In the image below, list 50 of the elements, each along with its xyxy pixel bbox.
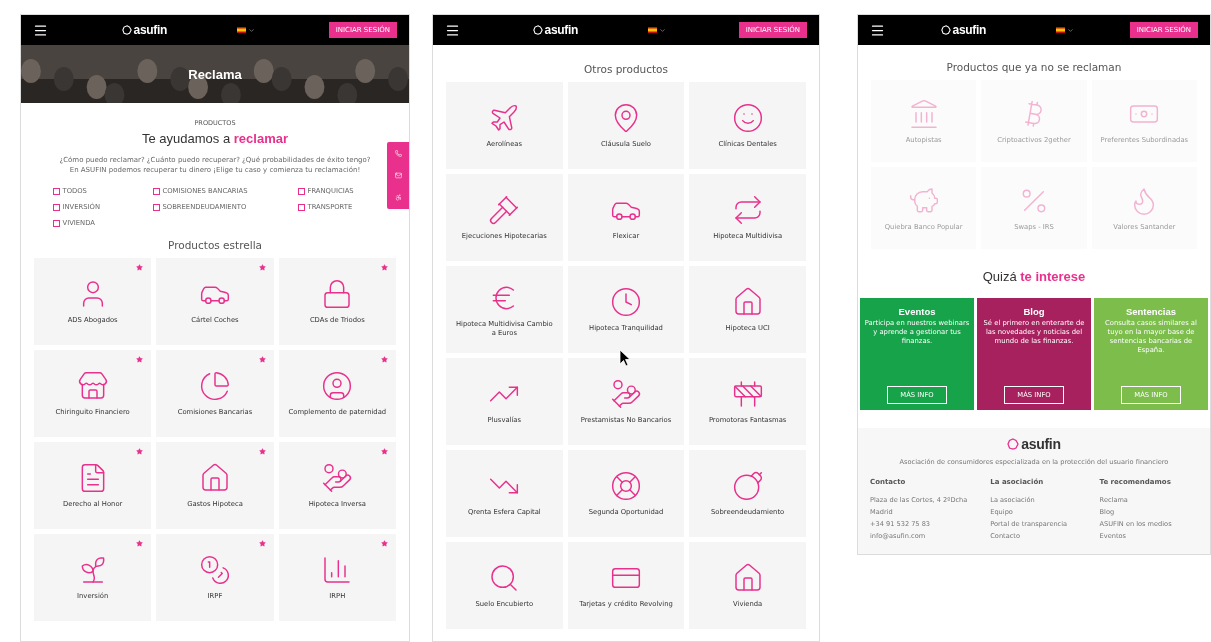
- logo-text: asufin: [952, 23, 987, 37]
- flag-icon[interactable]: [648, 27, 658, 33]
- section-title: Productos estrella: [168, 239, 262, 251]
- person-icon: [321, 370, 354, 402]
- menu-icon[interactable]: [445, 22, 460, 38]
- caret-icon[interactable]: [659, 26, 667, 34]
- logo-icon: [121, 25, 132, 35]
- store-icon: [76, 370, 109, 402]
- promo-title: Blog: [1023, 306, 1045, 317]
- filter-checkbox[interactable]: [297, 187, 305, 195]
- logo-text: asufin: [1021, 436, 1061, 452]
- pie-chart-icon: [199, 370, 231, 402]
- coins-icon: [199, 554, 231, 586]
- logo-icon: [532, 25, 543, 35]
- menu-icon[interactable]: [870, 22, 885, 38]
- filter-checkbox[interactable]: [152, 203, 160, 211]
- filter-checkbox[interactable]: [52, 203, 60, 211]
- logo-icon: [1007, 438, 1020, 450]
- flag-icon[interactable]: [237, 27, 247, 33]
- menu-icon[interactable]: [33, 22, 48, 38]
- promo-title: Eventos: [898, 306, 936, 317]
- filter-checkbox[interactable]: [52, 219, 60, 227]
- smile-icon: [731, 102, 764, 134]
- section-heading: Te ayudamos a reclamar: [142, 131, 288, 146]
- section-title: Productos que ya no se reclaman: [946, 61, 1122, 73]
- house-icon: [199, 462, 231, 494]
- clock-icon: [610, 286, 642, 318]
- cursor-icon: [619, 349, 631, 367]
- flag-icon[interactable]: [1056, 27, 1066, 33]
- hand-coins-icon: [610, 378, 642, 410]
- bomb-icon: [731, 470, 764, 502]
- hero-title: Reclama: [188, 66, 242, 82]
- accessibility-icon[interactable]: [394, 194, 402, 202]
- mail-icon[interactable]: [394, 172, 402, 179]
- section-heading: Quizá te interese: [982, 269, 1086, 284]
- logo-text: asufin: [133, 23, 168, 37]
- filter-checkbox[interactable]: [52, 187, 60, 195]
- phone-icon[interactable]: [394, 149, 402, 157]
- caret-icon[interactable]: [1067, 26, 1075, 34]
- construction-icon: [731, 378, 764, 410]
- lifebuoy-icon: [610, 470, 642, 502]
- logo-text: asufin: [544, 23, 579, 37]
- gavel-icon: [488, 194, 521, 226]
- section-title: Otros productos: [584, 63, 668, 75]
- hand-coins-icon: [321, 462, 354, 494]
- caret-icon[interactable]: [248, 26, 256, 34]
- filter-checkbox[interactable]: [152, 187, 160, 195]
- logo-icon: [940, 25, 951, 35]
- promo-title: Sentencias: [1125, 306, 1177, 317]
- filter-checkbox[interactable]: [297, 203, 305, 211]
